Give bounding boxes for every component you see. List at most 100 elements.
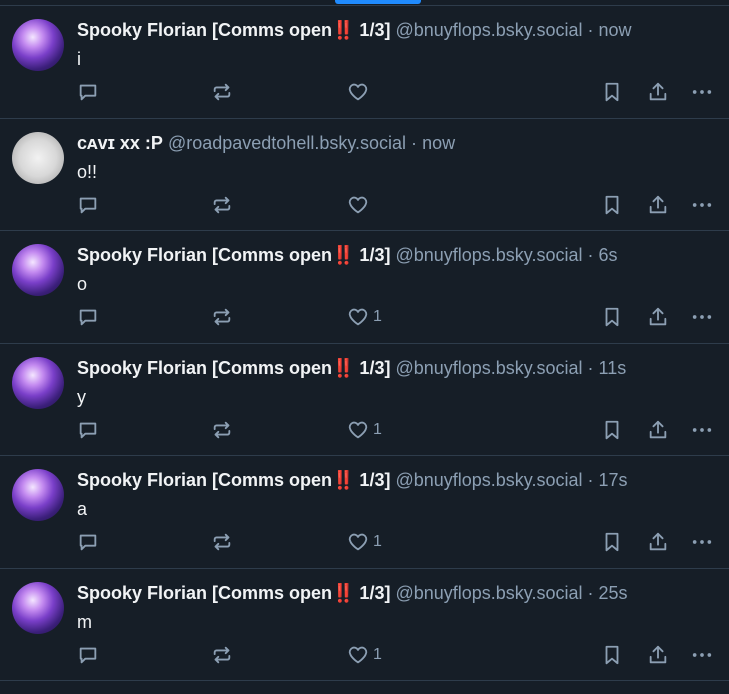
repost-button[interactable]: [211, 530, 233, 554]
avatar[interactable]: [12, 19, 64, 71]
post-actions: 1: [77, 530, 717, 554]
heart-icon: [348, 646, 368, 663]
post-actions: [77, 80, 717, 104]
bookmark-button[interactable]: [601, 193, 623, 217]
separator-dot: ·: [587, 20, 594, 40]
avatar[interactable]: [12, 131, 64, 184]
like-button[interactable]: [347, 193, 373, 217]
share-icon: [649, 420, 667, 438]
reply-button[interactable]: [77, 530, 99, 554]
like-button[interactable]: [347, 80, 373, 104]
more-icon: [692, 540, 712, 544]
share-button[interactable]: [647, 305, 669, 329]
post[interactable]: Spooky Florian [Comms open‼️ 1/3] @bnuyf…: [0, 6, 729, 119]
post-header: Spooky Florian [Comms open‼️ 1/3] @bnuyf…: [77, 357, 717, 379]
post[interactable]: Spooky Florian [Comms open‼️ 1/3] @bnuyf…: [0, 456, 729, 569]
post-text: i: [77, 49, 81, 69]
more-icon: [692, 315, 712, 319]
author-name[interactable]: Spooky Florian [Comms open‼️ 1/3]: [77, 245, 390, 265]
post-text: o: [77, 274, 88, 294]
repost-icon: [213, 196, 231, 213]
bookmark-icon: [605, 307, 619, 327]
share-button[interactable]: [647, 80, 669, 104]
bookmark-icon: [605, 645, 619, 664]
avatar[interactable]: [12, 244, 64, 296]
author-name[interactable]: Spooky Florian [Comms open‼️ 1/3]: [77, 583, 390, 603]
like-button[interactable]: 1: [347, 418, 382, 442]
repost-button[interactable]: [211, 643, 233, 667]
share-icon: [649, 82, 667, 101]
post[interactable]: Spooky Florian [Comms open‼️ 1/3] @bnuyf…: [0, 344, 729, 456]
avatar[interactable]: [12, 581, 64, 634]
separator-dot: ·: [587, 357, 594, 378]
heart-icon: [348, 533, 368, 551]
reply-button[interactable]: [77, 418, 99, 442]
more-options-button[interactable]: [691, 530, 713, 554]
share-icon: [649, 645, 667, 663]
author-handle[interactable]: @bnuyflops.bsky.social: [395, 470, 582, 490]
post-header: Spooky Florian [Comms open‼️ 1/3] @bnuyf…: [77, 469, 717, 491]
share-button[interactable]: [647, 643, 669, 667]
avatar[interactable]: [12, 469, 64, 521]
post-feed: Spooky Florian [Comms open‼️ 1/3] @bnuyf…: [0, 6, 729, 681]
author-handle[interactable]: @bnuyflops.bsky.social: [395, 20, 582, 40]
bookmark-button[interactable]: [601, 305, 623, 329]
author-handle[interactable]: @bnuyflops.bsky.social: [395, 358, 582, 378]
more-options-button[interactable]: [691, 193, 713, 217]
active-tab-indicator: [335, 0, 421, 4]
author-name[interactable]: Spooky Florian [Comms open‼️ 1/3]: [77, 358, 390, 378]
like-button[interactable]: 1: [347, 305, 382, 329]
post-header: ᴄᴀᴠɪ xx :P @roadpavedtohell.bsky.social …: [77, 132, 717, 154]
post[interactable]: Spooky Florian [Comms open‼️ 1/3] @bnuyf…: [0, 231, 729, 344]
like-button[interactable]: 1: [347, 530, 382, 554]
repost-button[interactable]: [211, 193, 233, 217]
repost-button[interactable]: [211, 305, 233, 329]
author-name[interactable]: Spooky Florian [Comms open‼️ 1/3]: [77, 470, 390, 490]
bookmark-button[interactable]: [601, 418, 623, 442]
like-count: 1: [373, 533, 382, 550]
post-header: Spooky Florian [Comms open‼️ 1/3] @bnuyf…: [77, 19, 717, 41]
avatar[interactable]: [12, 356, 64, 409]
like-button[interactable]: 1: [347, 643, 382, 667]
like-count: 1: [373, 308, 382, 325]
more-options-button[interactable]: [691, 418, 713, 442]
bookmark-button[interactable]: [601, 643, 623, 667]
post[interactable]: Spooky Florian [Comms open‼️ 1/3] @bnuyf…: [0, 569, 729, 681]
repost-icon: [213, 421, 231, 438]
post-timestamp[interactable]: 17s: [599, 470, 628, 490]
reply-icon: [79, 84, 97, 101]
author-handle[interactable]: @bnuyflops.bsky.social: [395, 583, 582, 603]
author-name[interactable]: Spooky Florian [Comms open‼️ 1/3]: [77, 20, 390, 40]
post-header: Spooky Florian [Comms open‼️ 1/3] @bnuyf…: [77, 244, 717, 266]
post-timestamp[interactable]: 25s: [599, 583, 628, 603]
reply-button[interactable]: [77, 643, 99, 667]
reply-button[interactable]: [77, 193, 99, 217]
more-options-button[interactable]: [691, 80, 713, 104]
post-timestamp[interactable]: 6s: [599, 245, 618, 265]
post-timestamp[interactable]: 11s: [599, 358, 627, 378]
bookmark-button[interactable]: [601, 80, 623, 104]
more-options-button[interactable]: [691, 305, 713, 329]
author-name[interactable]: ᴄᴀᴠɪ xx :P: [77, 133, 163, 153]
reply-icon: [79, 534, 97, 551]
more-options-button[interactable]: [691, 643, 713, 667]
post[interactable]: ᴄᴀᴠɪ xx :P @roadpavedtohell.bsky.social …: [0, 119, 729, 231]
post-timestamp[interactable]: now: [599, 20, 632, 40]
post-timestamp[interactable]: now: [422, 133, 455, 153]
repost-button[interactable]: [211, 418, 233, 442]
share-button[interactable]: [647, 193, 669, 217]
bookmark-button[interactable]: [601, 530, 623, 554]
share-button[interactable]: [647, 418, 669, 442]
repost-button[interactable]: [211, 80, 233, 104]
repost-icon: [213, 533, 231, 551]
reply-button[interactable]: [77, 80, 99, 104]
repost-icon: [213, 308, 231, 326]
author-handle[interactable]: @roadpavedtohell.bsky.social: [168, 133, 406, 153]
post-actions: 1: [77, 305, 717, 329]
bookmark-icon: [605, 195, 619, 214]
more-icon: [692, 427, 712, 432]
author-handle[interactable]: @bnuyflops.bsky.social: [395, 245, 582, 265]
share-button[interactable]: [647, 530, 669, 554]
reply-button[interactable]: [77, 305, 99, 329]
share-icon: [649, 532, 667, 551]
